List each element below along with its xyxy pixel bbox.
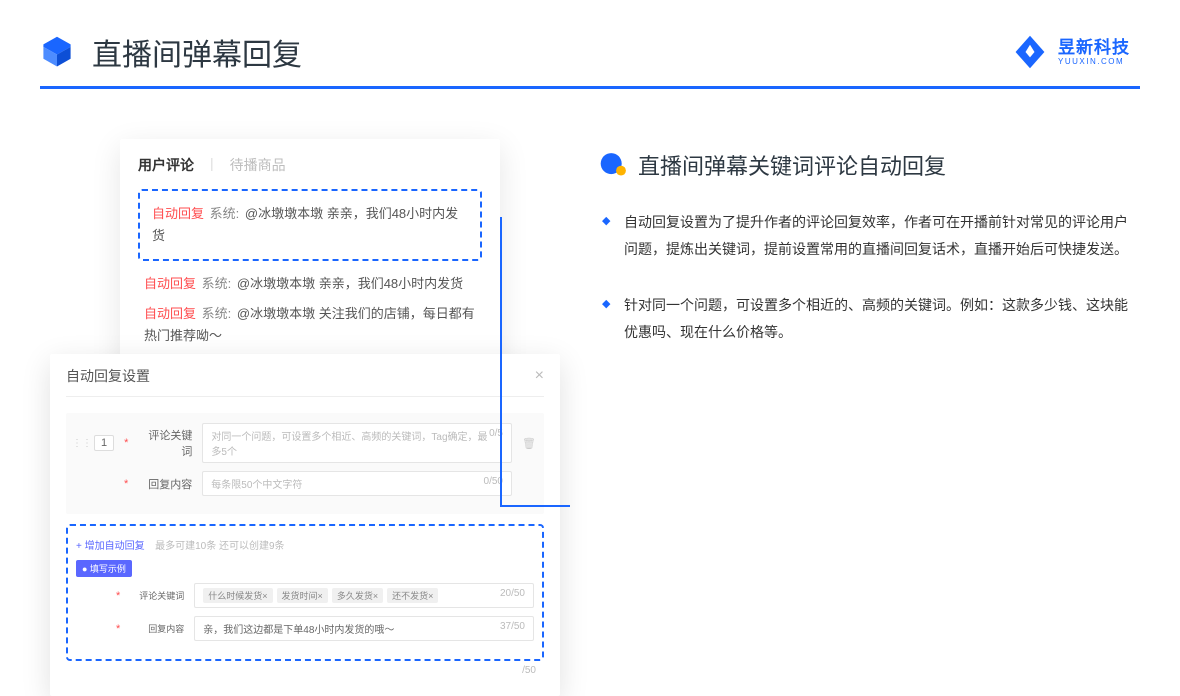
- system-tag: 系统:: [202, 306, 232, 321]
- bubble-icon: [600, 151, 628, 179]
- tag[interactable]: 还不发货×: [387, 588, 438, 603]
- rule-number: 1: [94, 435, 114, 451]
- content: 用户评论 | 待播商品 自动回复 系统: @冰墩墩本墩 亲亲，我们48小时内发货…: [0, 89, 1180, 619]
- form-area: ⋮⋮ 1 * 评论关键词 对同一个问题，可设置多个相近、高频的关键词，Tag确定…: [66, 413, 544, 514]
- drag-icon[interactable]: ⋮⋮: [72, 438, 84, 449]
- char-count: 0/50: [484, 476, 503, 491]
- section-title: 直播间弹幕关键词评论自动回复: [638, 149, 946, 181]
- panel-title: 自动回复设置: [66, 366, 150, 386]
- char-count: 37/50: [500, 621, 525, 636]
- auto-reply-tag: 自动回复: [144, 276, 196, 291]
- bullet-item: 自动回复设置为了提升作者的评论回复效率，作者可在开播前针对常见的评论用户问题，提…: [624, 209, 1130, 262]
- comments-panel: 用户评论 | 待播商品 自动回复 系统: @冰墩墩本墩 亲亲，我们48小时内发货…: [120, 139, 500, 381]
- example-keyword-row: * 评论关键词 什么时候发货× 发货时间× 多久发货× 还不发货× 20/50: [76, 583, 534, 608]
- page-title: 直播间弹幕回复: [92, 30, 302, 74]
- description-column: 直播间弹幕关键词评论自动回复 自动回复设置为了提升作者的评论回复效率，作者可在开…: [600, 139, 1130, 619]
- footer-count: /50: [66, 661, 544, 676]
- brand: 昱新科技 YUUXIN.COM: [1012, 34, 1130, 70]
- auto-reply-tag: 自动回复: [144, 306, 196, 321]
- required-star: *: [124, 437, 128, 449]
- tab-pending-goods[interactable]: 待播商品: [230, 155, 286, 175]
- content-row: * 回复内容 每条限50个中文字符 0/50: [72, 471, 538, 496]
- highlighted-comment: 自动回复 系统: @冰墩墩本墩 亲亲，我们48小时内发货: [138, 189, 482, 261]
- panel-header: 自动回复设置 ×: [66, 366, 544, 397]
- keyword-label: 评论关键词: [138, 427, 192, 459]
- tab-user-comments[interactable]: 用户评论: [138, 155, 194, 175]
- section-heading: 直播间弹幕关键词评论自动回复: [600, 149, 1130, 181]
- required-star: *: [124, 478, 128, 490]
- brand-diamond-icon: [1012, 34, 1048, 70]
- tabs: 用户评论 | 待播商品: [138, 155, 482, 175]
- keyword-label: 评论关键词: [130, 589, 184, 602]
- comment-text: @冰墩墩本墩 亲亲，我们48小时内发货: [237, 276, 463, 291]
- example-content-input[interactable]: 亲，我们这边都是下单48小时内发货的哦～ 37/50: [194, 616, 534, 641]
- delete-icon[interactable]: 🗑: [522, 437, 538, 450]
- header-left: 直播间弹幕回复: [40, 30, 302, 74]
- char-count: 0/5: [489, 428, 503, 458]
- char-count: 20/50: [500, 588, 525, 603]
- placeholder: 对同一个问题，可设置多个相近、高频的关键词，Tag确定，最多5个: [211, 428, 489, 458]
- comment-row: 自动回复 系统: @冰墩墩本墩 亲亲，我们48小时内发货: [146, 199, 474, 251]
- screenshot-column: 用户评论 | 待播商品 自动回复 系统: @冰墩墩本墩 亲亲，我们48小时内发货…: [50, 139, 560, 619]
- system-tag: 系统:: [210, 206, 240, 221]
- comment-row: 自动回复 系统: @冰墩墩本墩 关注我们的店铺，每日都有热门推荐呦～: [138, 299, 482, 351]
- auto-reply-tag: 自动回复: [152, 206, 204, 221]
- content-input[interactable]: 每条限50个中文字符 0/50: [202, 471, 512, 496]
- tag-group: 什么时候发货× 发货时间× 多久发货× 还不发货×: [203, 588, 438, 603]
- tab-separator: |: [210, 155, 214, 175]
- tag[interactable]: 多久发货×: [332, 588, 383, 603]
- close-icon[interactable]: ×: [535, 367, 544, 385]
- auto-reply-settings-panel: 自动回复设置 × ⋮⋮ 1 * 评论关键词 对同一个问题，可设置多个相近、高频的…: [50, 354, 560, 696]
- bullet-list: 自动回复设置为了提升作者的评论回复效率，作者可在开播前针对常见的评论用户问题，提…: [600, 209, 1130, 345]
- example-content-row: * 回复内容 亲，我们这边都是下单48小时内发货的哦～ 37/50: [76, 616, 534, 641]
- add-hint: 最多可建10条 还可以创建9条: [155, 541, 284, 552]
- keyword-row: ⋮⋮ 1 * 评论关键词 对同一个问题，可设置多个相近、高频的关键词，Tag确定…: [72, 423, 538, 463]
- comment-row: 自动回复 系统: @冰墩墩本墩 亲亲，我们48小时内发货: [138, 269, 482, 299]
- brand-name-cn: 昱新科技: [1058, 39, 1130, 56]
- required-star: *: [116, 623, 120, 635]
- bullet-item: 针对同一个问题，可设置多个相近的、高频的关键词。例如：这款多少钱、这块能优惠吗、…: [624, 292, 1130, 345]
- add-reply-link[interactable]: + 增加自动回复: [76, 541, 145, 552]
- brand-text: 昱新科技 YUUXIN.COM: [1058, 39, 1130, 66]
- content-label: 回复内容: [138, 476, 192, 492]
- tag[interactable]: 发货时间×: [277, 588, 328, 603]
- tag[interactable]: 什么时候发货×: [203, 588, 272, 603]
- example-box: + 增加自动回复 最多可建10条 还可以创建9条 ● 填写示例 * 评论关键词 …: [66, 524, 544, 661]
- content-label: 回复内容: [130, 622, 184, 635]
- example-badge: ● 填写示例: [76, 560, 132, 577]
- placeholder: 每条限50个中文字符: [211, 476, 302, 491]
- add-row: + 增加自动回复 最多可建10条 还可以创建9条: [76, 536, 534, 554]
- required-star: *: [116, 590, 120, 602]
- cube-icon: [40, 35, 74, 69]
- example-keyword-input[interactable]: 什么时候发货× 发货时间× 多久发货× 还不发货× 20/50: [194, 583, 534, 608]
- system-tag: 系统:: [202, 276, 232, 291]
- example-content-text: 亲，我们这边都是下单48小时内发货的哦～: [203, 621, 394, 636]
- brand-name-en: YUUXIN.COM: [1058, 58, 1130, 66]
- keyword-input[interactable]: 对同一个问题，可设置多个相近、高频的关键词，Tag确定，最多5个 0/5: [202, 423, 512, 463]
- page-header: 直播间弹幕回复 昱新科技 YUUXIN.COM: [0, 0, 1180, 86]
